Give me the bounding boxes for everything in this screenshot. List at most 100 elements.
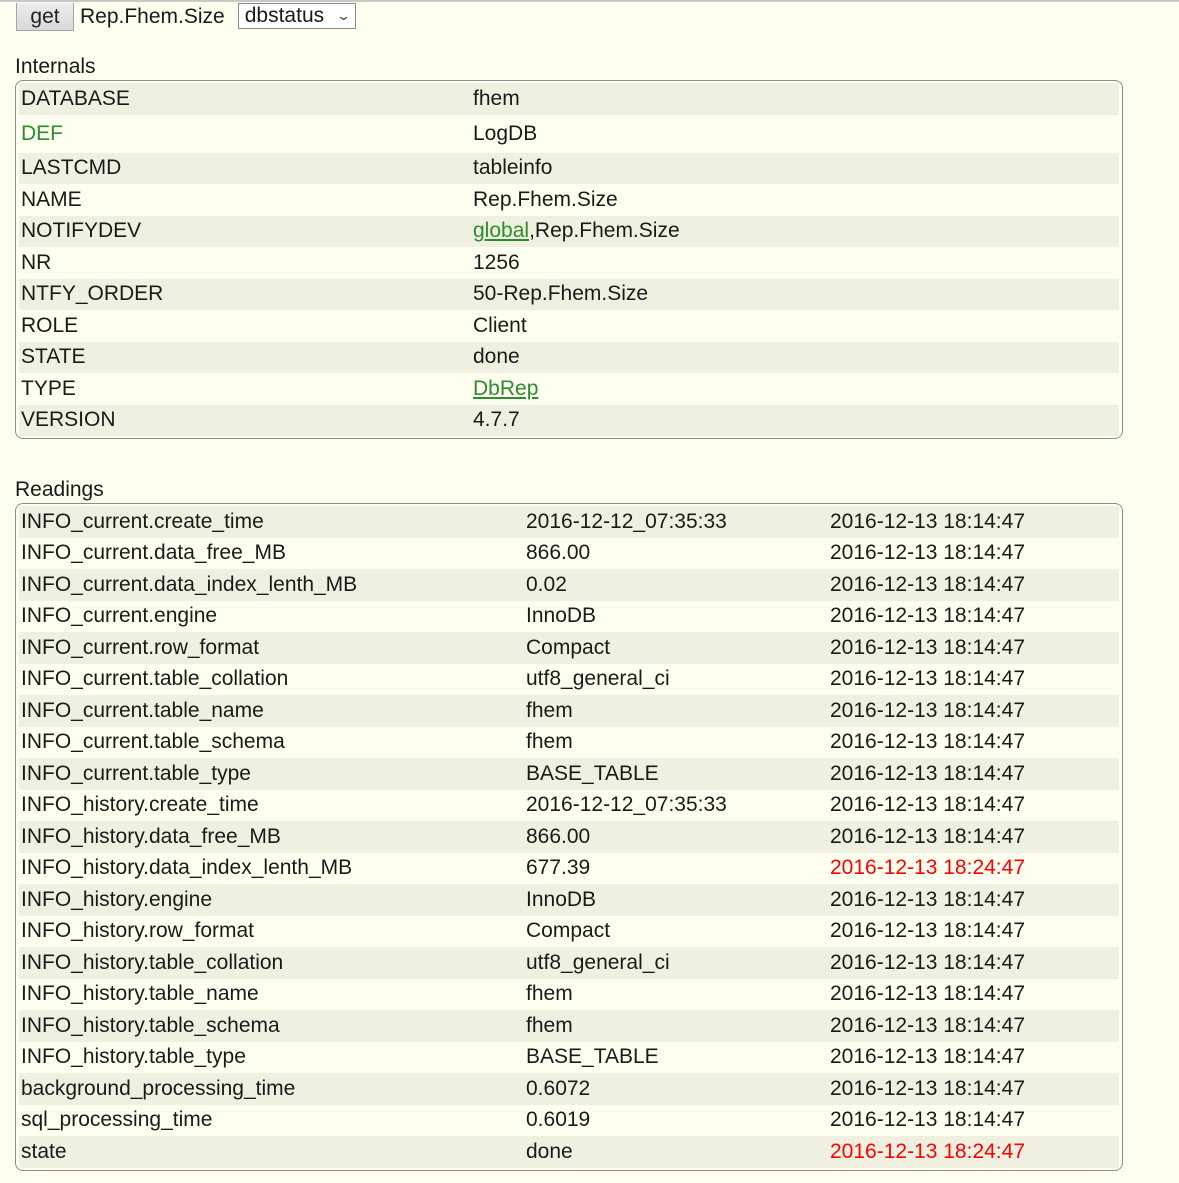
internal-value-text: LogDB [473,121,538,145]
internal-key: LASTCMD [21,156,122,180]
internal-value: 1256 [473,251,520,275]
internal-row: DEF LogDB [19,114,1119,153]
internal-value: Client [473,314,527,338]
reading-timestamp: 2016-12-13 18:14:47 [830,887,1025,911]
reading-name: INFO_history.data_index_lenth_MB [21,856,353,880]
reading-value: fhem [526,1013,573,1037]
reading-value: 2016-12-12_07:35:33 [526,509,727,533]
reading-name: INFO_current.table_schema [21,730,285,754]
device-name: Rep.Fhem.Size [80,5,225,28]
reading-timestamp: 2016-12-13 18:14:47 [830,1076,1025,1100]
reading-row: INFO_current.table_type BASE_TABLE 2016-12… [19,758,1119,790]
internal-row: TYPE DbRep [19,373,1119,405]
top-divider [0,0,1179,2]
internal-link[interactable]: DbRep [473,377,538,400]
reading-row: INFO_current.row_format Compact 2016-12-13… [19,632,1119,664]
reading-value: Compact [526,919,611,943]
internal-value-text: tableinfo [473,156,553,180]
internal-key[interactable]: DEF [19,122,473,146]
reading-value: BASE_TABLE [526,761,659,785]
reading-value: InnoDB [526,604,597,628]
internal-row: ROLE Client [19,310,1119,342]
internal-value-text: Rep.Fhem.Size [473,187,618,211]
get-command-select[interactable]: dbstatus ⌄ [237,3,357,29]
reading-timestamp: 2016-12-13 18:14:47 [830,761,1025,785]
command-bar: get Rep.Fhem.Size dbstatus ⌄ [16,3,357,31]
internal-value-text: fhem [473,86,520,110]
reading-row: INFO_history.create_time 2016-12-12_07:35… [19,789,1119,821]
internal-row: NAME Rep.Fhem.Size [19,184,1119,216]
reading-row: state done 2016-12-13 18:24:47 [19,1136,1119,1168]
reading-value: InnoDB [526,887,597,911]
reading-name: INFO_current.table_collation [21,667,289,691]
readings-table: INFO_current.create_time 2016-12-12_07:35… [15,503,1123,1171]
internal-key: DATABASE [21,86,130,110]
internal-value-text: 1256 [473,250,520,274]
reading-timestamp: 2016-12-13 18:14:47 [830,541,1025,565]
reading-name: INFO_current.row_format [21,635,260,659]
internal-value: 50-Rep.Fhem.Size [473,282,648,306]
reading-name: sql_processing_time [21,1108,213,1132]
internal-row: NR 1256 [19,247,1119,279]
internal-value: global,Rep.Fhem.Size [473,219,680,243]
reading-row: INFO_history.row_format Compact 2016-12-13… [19,915,1119,947]
reading-timestamp: 2016-12-13 18:14:47 [830,1108,1025,1132]
reading-value: 677.39 [526,856,591,880]
internal-value: Rep.Fhem.Size [473,188,618,212]
reading-name: INFO_history.engine [21,887,213,911]
reading-row: INFO_history.table_name fhem 2016-12-13 18… [19,978,1119,1010]
reading-name: INFO_current.data_free_MB [21,541,286,565]
reading-name: INFO_history.table_collation [21,950,284,974]
reading-row: INFO_history.table_collation utf8_general… [19,947,1119,979]
internal-value-text: 50-Rep.Fhem.Size [473,282,649,306]
reading-row: INFO_history.table_type BASE_TABLE 2016-12… [19,1041,1119,1073]
internal-value: LogDB [473,122,537,146]
reading-name: INFO_current.table_name [21,698,264,722]
reading-value: fhem [526,698,573,722]
reading-name: INFO_current.table_type [21,761,251,785]
reading-row: INFO_current.data_free_MB 866.00 2016-12-1… [19,537,1119,569]
reading-value: 0.6072 [526,1076,591,1100]
reading-value: utf8_general_ci [526,950,670,974]
reading-name: INFO_current.data_index_lenth_MB [21,572,358,596]
reading-row: INFO_current.engine InnoDB 2016-12-13 18:1… [19,600,1119,632]
reading-timestamp: 2016-12-13 18:14:47 [830,793,1025,817]
reading-row: INFO_current.create_time 2016-12-12_07:35… [19,506,1119,538]
reading-timestamp: 2016-12-13 18:14:47 [830,824,1025,848]
reading-row: background_processing_time 0.6072 2016-12-… [19,1073,1119,1105]
reading-name: INFO_history.table_type [21,1045,246,1069]
select-value: dbstatus [244,4,325,27]
reading-row: INFO_current.table_name fhem 2016-12-13 18… [19,695,1119,727]
internal-value: fhem [473,87,520,111]
reading-timestamp: 2016-12-13 18:14:47 [830,1045,1025,1069]
reading-value: 866.00 [526,824,591,848]
reading-timestamp: 2016-12-13 18:14:47 [830,950,1025,974]
internal-value-text: Client [473,313,527,337]
internal-key: TYPE [21,376,76,400]
reading-row: INFO_history.engine InnoDB 2016-12-13 18:1… [19,884,1119,916]
reading-timestamp: 2016-12-13 18:14:47 [830,730,1025,754]
internal-value-text: ,Rep.Fhem.Size [529,219,680,243]
internal-key: VERSION [21,408,116,432]
internal-link[interactable]: global [473,219,529,242]
reading-row: INFO_current.data_index_lenth_MB 0.02 2016… [19,569,1119,601]
reading-name: state [21,1139,67,1163]
internal-row: STATE done [19,341,1119,373]
get-button[interactable]: get [16,3,74,31]
reading-name: background_processing_time [21,1076,296,1100]
internal-row: NOTIFYDEV global,Rep.Fhem.Size [19,215,1119,247]
reading-name: INFO_history.table_name [21,982,259,1006]
reading-timestamp: 2016-12-13 18:24:47 [830,856,1025,880]
internal-value-text: 4.7.7 [473,408,520,432]
reading-name: INFO_current.create_time [21,509,264,533]
reading-value: 2016-12-12_07:35:33 [526,793,727,817]
reading-name: INFO_history.data_free_MB [21,824,281,848]
internal-key: NAME [21,187,82,211]
internal-row: NTFY_ORDER 50-Rep.Fhem.Size [19,278,1119,310]
reading-name: INFO_history.row_format [21,919,254,943]
internal-value: done [473,345,520,369]
reading-row: INFO_history.data_free_MB 866.00 2016-12-1… [19,821,1119,853]
reading-timestamp: 2016-12-13 18:14:47 [830,604,1025,628]
reading-name: INFO_current.engine [21,604,218,628]
reading-value: 866.00 [526,541,591,565]
